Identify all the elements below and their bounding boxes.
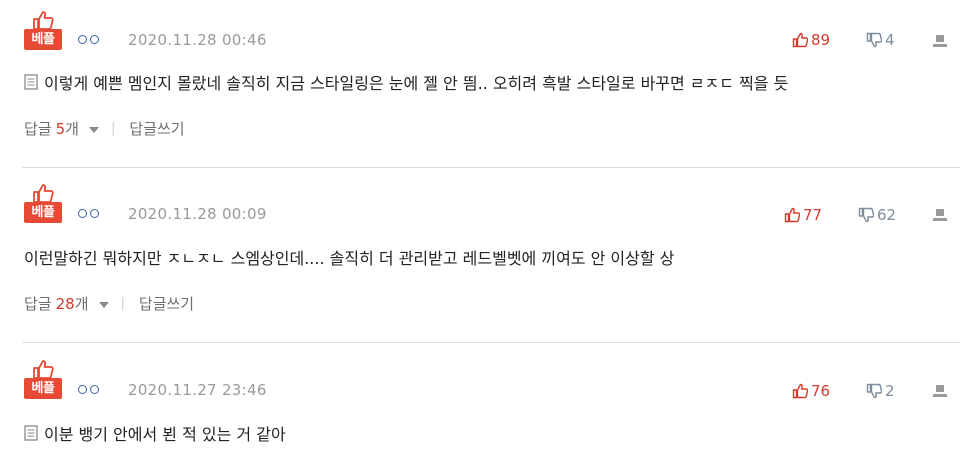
comment-text-body: 이런말하긴 뭐하지만 ㅈㄴㅈㄴ 스엠상인데.... 솔직히 더 관리받고 레드벨… [24, 249, 675, 268]
thumbs-up-icon [33, 184, 54, 203]
like-button[interactable]: 76 [792, 382, 830, 400]
thumbs-up-icon [792, 383, 808, 399]
like-count: 77 [803, 206, 823, 224]
comment-item: 베플 2020.11.27 23:46 76 2 이분 뱅기 안에서 뵌 적 있… [0, 343, 960, 457]
thumbs-down-icon [858, 207, 874, 223]
write-reply-link[interactable]: 답글쓰기 [139, 293, 194, 314]
reply-label[interactable]: 답글 [24, 118, 52, 139]
thumbs-up-icon [784, 207, 800, 223]
caret-down-icon[interactable] [88, 126, 99, 133]
thumbs-up-icon [33, 11, 54, 30]
comment-text: 이런말하긴 뭐하지만 ㅈㄴㅈㄴ 스엠상인데.... 솔직히 더 관리받고 레드벨… [24, 245, 674, 269]
reply-count[interactable]: 28 [56, 295, 75, 313]
comment-item: 베플 2020.11.28 00:09 77 62 이런말하긴 뭐하지만 ㅈㄴㅈ… [0, 168, 960, 342]
like-button[interactable]: 77 [784, 206, 822, 224]
dislike-count: 62 [877, 206, 897, 224]
like-count: 76 [811, 382, 831, 400]
comment-text: 이렇게 예쁜 멤인지 몰랐네 솔직히 지금 스타일링은 눈에 젤 안 띔.. 오… [24, 70, 788, 94]
separator: | [110, 121, 116, 136]
comment-date: 2020.11.27 23:46 [128, 381, 267, 399]
comment-item: 베플 2020.11.28 00:46 89 4 이렇게 예쁜 멤인지 몰랐네 … [0, 0, 960, 168]
report-icon[interactable] [932, 208, 948, 222]
report-icon[interactable] [932, 384, 948, 398]
caret-down-icon[interactable] [98, 301, 109, 308]
dislike-count: 2 [885, 382, 895, 400]
reply-label[interactable]: 답글 [24, 293, 52, 314]
best-badge: 베플 [24, 183, 62, 227]
reply-count[interactable]: 5 [56, 120, 66, 138]
dislike-button[interactable]: 4 [866, 31, 895, 49]
thumbs-up-icon [33, 360, 54, 379]
dislike-button[interactable]: 62 [858, 206, 896, 224]
best-label: 베플 [24, 29, 62, 50]
comment-text-body: 이분 뱅기 안에서 뵌 적 있는 거 같아 [44, 425, 286, 444]
best-badge: 베플 [24, 10, 62, 54]
dislike-button[interactable]: 2 [866, 382, 895, 400]
comment-text-body: 이렇게 예쁜 멤인지 몰랐네 솔직히 지금 스타일링은 눈에 젤 안 띔.. 오… [44, 74, 789, 93]
author-nick[interactable] [78, 382, 102, 397]
thumbs-up-icon [792, 32, 808, 48]
reply-toggle[interactable]: 답글 28 개 | 답글쓰기 [24, 293, 194, 314]
thumbs-down-icon [866, 383, 882, 399]
reply-suffix[interactable]: 개 [75, 293, 89, 314]
document-icon [24, 74, 38, 90]
author-nick[interactable] [78, 206, 102, 221]
best-badge: 베플 [24, 359, 62, 403]
write-reply-link[interactable]: 답글쓰기 [129, 118, 184, 139]
dislike-count: 4 [885, 31, 895, 49]
document-icon [24, 425, 38, 441]
comment-text: 이분 뱅기 안에서 뵌 적 있는 거 같아 [24, 421, 286, 445]
author-nick[interactable] [78, 32, 102, 47]
comment-date: 2020.11.28 00:46 [128, 31, 267, 49]
best-label: 베플 [24, 378, 62, 399]
report-icon[interactable] [932, 34, 948, 48]
comment-date: 2020.11.28 00:09 [128, 205, 267, 223]
reply-suffix[interactable]: 개 [65, 118, 79, 139]
reply-toggle[interactable]: 답글 5 개 | 답글쓰기 [24, 118, 185, 139]
like-button[interactable]: 89 [792, 31, 830, 49]
best-label: 베플 [24, 202, 62, 223]
like-count: 89 [811, 31, 831, 49]
separator: | [120, 296, 125, 311]
thumbs-down-icon [866, 32, 882, 48]
